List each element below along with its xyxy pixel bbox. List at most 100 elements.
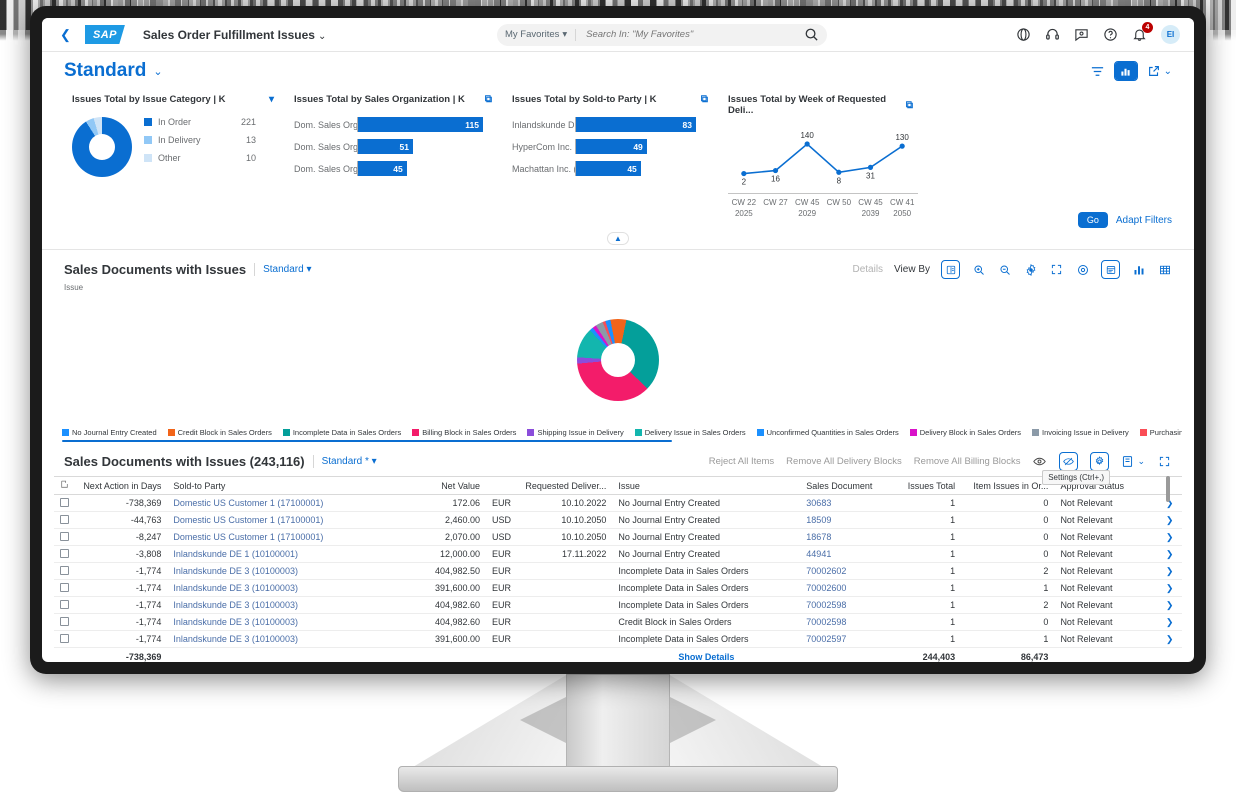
remove-all-delivery-blocks-button[interactable]: Remove All Delivery Blocks xyxy=(786,456,902,467)
col-net-value[interactable]: Net Value xyxy=(398,476,487,495)
chart-type-icon[interactable] xyxy=(1101,260,1120,279)
cell-sales-document[interactable]: 70002602 xyxy=(800,562,892,580)
cell-sales-document[interactable]: 18509 xyxy=(800,511,892,529)
bar-chart-icon[interactable] xyxy=(1131,262,1146,277)
row-navigation-cell[interactable]: ❯ xyxy=(1157,511,1182,529)
search-scope-select[interactable]: My Favorites ▾ xyxy=(505,29,567,40)
eye-icon[interactable] xyxy=(1032,454,1047,469)
table-row[interactable]: -1,774 Inlandskunde DE 3 (10100003) 404,98… xyxy=(54,562,1182,580)
remove-all-billing-blocks-button[interactable]: Remove All Billing Blocks xyxy=(914,456,1021,467)
fullscreen-icon[interactable] xyxy=(1157,454,1172,469)
col-next-action-in-days[interactable]: Next Action in Days xyxy=(75,476,168,495)
legend-item[interactable]: No Journal Entry Created xyxy=(62,428,157,437)
legend-item[interactable]: Shipping Issue in Delivery xyxy=(527,428,624,437)
legend-icon[interactable] xyxy=(941,260,960,279)
row-navigation-cell[interactable]: ❯ xyxy=(1157,579,1182,597)
col-issues-total[interactable]: Issues Total xyxy=(891,476,962,495)
donut-chart-issues[interactable] xyxy=(577,319,659,401)
eye-off-icon[interactable] xyxy=(1059,452,1079,471)
adapt-filters-button[interactable]: Adapt Filters xyxy=(1116,215,1172,226)
headset-icon[interactable] xyxy=(1045,27,1060,42)
legend-item[interactable]: In Order 221 xyxy=(144,117,256,127)
cell-sold-to-party[interactable]: Inlandskunde DE 3 (10100003) xyxy=(167,613,399,631)
bar-item[interactable]: HyperCom Inc. (... 49 xyxy=(512,139,708,154)
legend-item[interactable]: Other 10 xyxy=(144,153,256,163)
details-button[interactable]: Details xyxy=(852,262,883,277)
row-checkbox-cell[interactable] xyxy=(54,613,76,631)
chart-view-icon[interactable] xyxy=(1114,62,1137,80)
table-row[interactable]: -1,774 Inlandskunde DE 3 (10100003) 404,98… xyxy=(54,596,1182,614)
legend-item[interactable]: Unconfirmed Quantities in Sales Orders xyxy=(756,428,899,437)
cell-sales-document[interactable]: 70002598 xyxy=(800,596,892,614)
cell-sold-to-party[interactable]: Domestic US Customer 1 (17100001) xyxy=(167,494,399,512)
row-navigation-cell[interactable]: ❯ xyxy=(1157,545,1182,563)
legend-item[interactable]: Billing Block in Sales Orders xyxy=(412,428,516,437)
row-checkbox[interactable] xyxy=(60,633,70,643)
col-item-issues[interactable]: Item Issues in Or... xyxy=(961,476,1055,495)
legend-item[interactable]: Delivery Issue in Sales Orders xyxy=(634,428,746,437)
chevron-right-icon[interactable]: ❯ xyxy=(1166,566,1174,576)
row-checkbox-cell[interactable] xyxy=(54,562,76,580)
open-in-new-icon[interactable]: ⧉ xyxy=(485,94,492,105)
bell-icon[interactable]: 4 xyxy=(1132,22,1153,42)
legend-item[interactable]: In Delivery 13 xyxy=(144,135,256,145)
row-checkbox[interactable] xyxy=(60,514,70,524)
row-navigation-cell[interactable]: ❯ xyxy=(1157,630,1182,648)
table-row[interactable]: -1,774 Inlandskunde DE 3 (10100003) 391,60… xyxy=(54,579,1182,597)
open-in-new-icon[interactable]: ⧉ xyxy=(701,94,708,105)
view-by-button[interactable]: View By xyxy=(894,264,930,275)
cell-sales-document[interactable]: 70002597 xyxy=(800,630,892,648)
donut-chart-category[interactable] xyxy=(72,117,132,177)
chevron-down-icon[interactable]: ⌄ xyxy=(318,31,326,42)
bar-item[interactable]: Machattan Inc. (... 45 xyxy=(512,161,708,176)
feedback-icon[interactable] xyxy=(1074,27,1089,42)
chevron-right-icon[interactable]: ❯ xyxy=(1166,532,1174,542)
settings-icon[interactable] xyxy=(1023,262,1038,277)
row-checkbox[interactable] xyxy=(60,531,70,541)
chevron-right-icon[interactable]: ❯ xyxy=(1166,549,1174,559)
export-button[interactable]: ⌄ xyxy=(1121,455,1145,468)
table-row[interactable]: -738,369 Domestic US Customer 1 (17100001… xyxy=(54,494,1182,512)
chevron-up-icon[interactable]: ▲ xyxy=(607,232,629,245)
row-navigation-cell[interactable]: ❯ xyxy=(1157,596,1182,614)
row-checkbox-cell[interactable] xyxy=(54,596,76,614)
legend-item[interactable]: Credit Block in Sales Orders xyxy=(167,428,272,437)
globe-icon[interactable] xyxy=(1016,27,1031,42)
select-all-header[interactable] xyxy=(54,476,76,495)
zoom-out-icon[interactable] xyxy=(997,262,1012,277)
chevron-right-icon[interactable]: ❯ xyxy=(1166,515,1174,525)
col-currency[interactable] xyxy=(486,476,518,495)
share-button[interactable]: ⌄ xyxy=(1147,64,1172,78)
filter-icon[interactable] xyxy=(1090,64,1105,79)
col-requested-delivery[interactable]: Requested Deliver... xyxy=(517,476,613,495)
row-navigation-cell[interactable]: ❯ xyxy=(1157,528,1182,546)
variant-chevron-down-icon[interactable]: ⌄ xyxy=(153,65,162,78)
cell-sold-to-party[interactable]: Inlandskunde DE 3 (10100003) xyxy=(167,596,399,614)
reject-all-items-button[interactable]: Reject All Items xyxy=(709,456,774,467)
show-details-link[interactable]: Show Details xyxy=(612,647,801,662)
chevron-right-icon[interactable]: ❯ xyxy=(1166,634,1174,644)
back-icon[interactable]: ❮ xyxy=(56,27,75,43)
table-row[interactable]: -1,774 Inlandskunde DE 3 (10100003) 391,60… xyxy=(54,630,1182,648)
col-sold-to-party[interactable]: Sold-to Party xyxy=(167,476,399,495)
bar-item[interactable]: Inlandskunde D... 83 xyxy=(512,117,708,132)
cell-sold-to-party[interactable]: Inlandskunde DE 3 (10100003) xyxy=(167,562,399,580)
table-variant-selector[interactable]: Standard * ▾ xyxy=(322,456,377,467)
legend-item[interactable]: Invoicing Issue in Delivery xyxy=(1032,428,1129,437)
search-input[interactable] xyxy=(584,28,804,41)
row-navigation-cell[interactable]: ❯ xyxy=(1157,562,1182,580)
view-switch[interactable] xyxy=(1113,61,1138,81)
avatar[interactable]: EI xyxy=(1161,25,1180,44)
app-title[interactable]: Sales Order Fulfillment Issues ⌄ xyxy=(143,28,326,42)
legend-item[interactable]: Delivery Block in Sales Orders xyxy=(909,428,1021,437)
help-icon[interactable] xyxy=(1103,27,1118,42)
row-checkbox-cell[interactable] xyxy=(54,511,76,529)
chevron-down-icon[interactable]: ▾ xyxy=(269,94,274,105)
row-checkbox[interactable] xyxy=(60,497,70,507)
row-checkbox-cell[interactable] xyxy=(54,528,76,546)
cell-sold-to-party[interactable]: Inlandskunde DE 3 (10100003) xyxy=(167,630,399,648)
row-checkbox[interactable] xyxy=(60,616,70,626)
sap-logo[interactable]: SAP xyxy=(84,25,125,44)
row-checkbox[interactable] xyxy=(60,565,70,575)
table-row[interactable]: -3,808 Inlandskunde DE 1 (10100001) 12,000… xyxy=(54,545,1182,563)
